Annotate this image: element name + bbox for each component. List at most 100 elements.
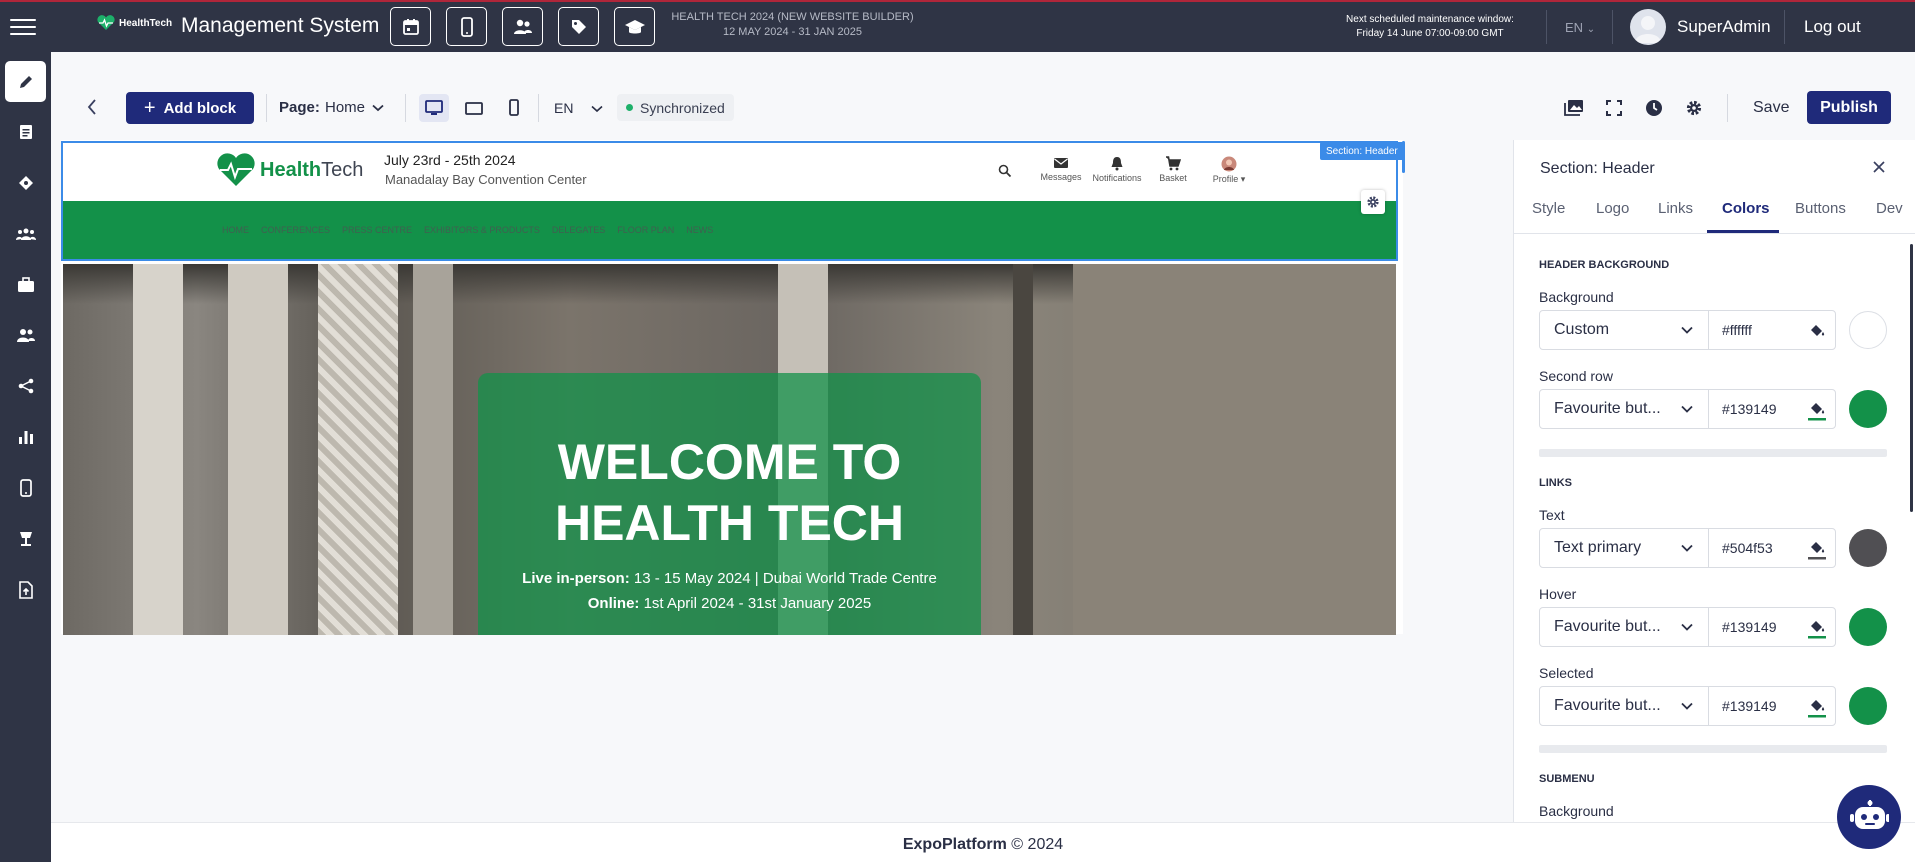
section-tag[interactable]: Section: Header [1320,142,1404,160]
background-color-swatch[interactable] [1849,311,1887,349]
editor-language-selector[interactable]: EN [554,100,603,116]
media-gallery-icon[interactable] [1562,96,1586,120]
add-block-button[interactable]: + Add block [126,92,254,124]
notifications-icon[interactable]: Notifications [1092,156,1142,185]
tab-links[interactable]: Links [1658,200,1693,217]
hover-color-select[interactable]: Favourite but... [1539,607,1709,647]
mobile-icon[interactable] [446,7,487,46]
people-icon[interactable] [502,7,543,46]
group-icon[interactable] [5,213,46,254]
chevron-down-icon [591,105,603,113]
background-color-select[interactable]: Custom [1539,310,1709,350]
tab-dev[interactable]: Dev [1876,200,1903,217]
briefcase-icon[interactable] [5,264,46,305]
language-selector[interactable]: EN ⌄ [1565,20,1595,35]
avatar[interactable] [1630,9,1666,45]
hover-hex-input[interactable]: #139149 [1708,607,1836,647]
text-hex-input[interactable]: #504f53 [1708,528,1836,568]
calendar-icon[interactable] [390,7,431,46]
brand-tech: Tech [321,158,364,181]
search-icon[interactable] [998,164,1012,183]
menu-icon[interactable] [10,19,36,37]
nav-conferences[interactable]: CONFERENCES [261,225,330,235]
hero-title-line-2: HEALTH TECH [554,495,905,551]
hover-label: Hover [1539,586,1577,602]
top-bar: HealthTech Management System HEALTH TECH… [0,0,1915,52]
bar-chart-icon[interactable] [5,416,46,457]
selected-hex-input[interactable]: #139149 [1708,686,1836,726]
text-hex-value: #504f53 [1722,540,1773,556]
fullscreen-icon[interactable] [1602,96,1626,120]
nav-home[interactable]: HOME [222,225,249,235]
tablet-icon [465,102,483,115]
hover-color-swatch[interactable] [1849,608,1887,646]
hero-online-text: 1st April 2024 - 31st January 2025 [639,595,872,612]
chatbot-icon[interactable] [1837,785,1901,849]
paint-bucket-icon [1808,542,1826,560]
footer-copyright: ExpoPlatform © 2024 [51,836,1915,854]
paint-bucket-icon [1808,700,1826,718]
document-list-icon[interactable] [5,111,46,152]
history-icon[interactable] [1642,96,1666,120]
desktop-view-button[interactable] [419,94,449,122]
nav-news[interactable]: NEWS [686,225,713,235]
page-selector[interactable]: Home [325,99,384,116]
preview-header-icons: Messages Notifications Basket Profile ▾ [1036,156,1254,185]
text-color-select[interactable]: Text primary [1539,528,1709,568]
back-button[interactable] [86,98,98,121]
tag-icon[interactable] [558,7,599,46]
selected-hex-value: #139149 [1722,698,1777,714]
basket-icon[interactable]: Basket [1148,156,1198,185]
selected-color-swatch[interactable] [1849,687,1887,725]
tab-colors[interactable]: Colors [1722,200,1770,217]
tab-buttons[interactable]: Buttons [1795,200,1846,217]
mobile-view-button[interactable] [499,94,529,122]
close-icon[interactable] [1872,160,1886,179]
second-row-color-select[interactable]: Favourite but... [1539,389,1709,429]
user-name[interactable]: SuperAdmin [1677,17,1771,37]
ticket-icon[interactable] [5,162,46,203]
mobile-app-icon[interactable] [5,467,46,508]
tab-logo[interactable]: Logo [1596,200,1629,217]
selected-color-select[interactable]: Favourite but... [1539,686,1709,726]
nav-exhibitors-products[interactable]: EXHIBITORS & PRODUCTS [424,225,540,235]
profile-icon[interactable]: Profile ▾ [1204,156,1254,185]
second-row-color-swatch[interactable] [1849,390,1887,428]
messages-label: Messages [1040,172,1082,182]
users-icon[interactable] [5,314,46,355]
panel-scrollbar[interactable] [1910,244,1913,512]
app-logo-text: HealthTech [119,17,173,29]
page-label: Page: [279,99,320,116]
nav-delegates[interactable]: DELEGATES [552,225,605,235]
publish-button[interactable]: Publish [1807,91,1891,124]
toolbar-divider [405,94,406,122]
messages-icon[interactable]: Messages [1036,156,1086,185]
block-settings-gear-icon[interactable] [1361,190,1385,214]
plus-icon: + [143,97,156,119]
save-button[interactable]: Save [1753,99,1789,117]
hero-online-info: Online: 1st April 2024 - 31st January 20… [478,595,981,612]
heart-logo-icon [217,153,255,186]
background-hex-value: #ffffff [1722,322,1752,338]
background-hex-input[interactable]: #ffffff [1708,310,1836,350]
nav-floor-plan[interactable]: FLOOR PLAN [617,225,674,235]
share-icon[interactable] [5,365,46,406]
event-info: HEALTH TECH 2024 (NEW WEBSITE BUILDER) 1… [660,10,925,40]
chevron-down-icon [1681,623,1693,631]
nav-press-centre[interactable]: PRESS CENTRE [342,225,412,235]
topbar-divider [1612,10,1613,44]
tablet-view-button[interactable] [459,94,489,122]
header-background-heading: HEADER BACKGROUND [1539,259,1670,271]
chevron-down-icon [1681,544,1693,552]
settings-gear-icon[interactable] [1682,96,1706,120]
logout-link[interactable]: Log out [1804,17,1861,37]
chevron-down-icon: ⌄ [1586,24,1596,35]
tab-style[interactable]: Style [1532,200,1565,217]
pencil-icon[interactable] [5,61,46,102]
second-row-hex-input[interactable]: #139149 [1708,389,1836,429]
file-upload-icon[interactable] [5,569,46,610]
stand-icon[interactable] [5,518,46,559]
text-color-swatch[interactable] [1849,529,1887,567]
preview-brand: HealthTech [260,159,363,182]
graduation-cap-icon[interactable] [614,7,655,46]
